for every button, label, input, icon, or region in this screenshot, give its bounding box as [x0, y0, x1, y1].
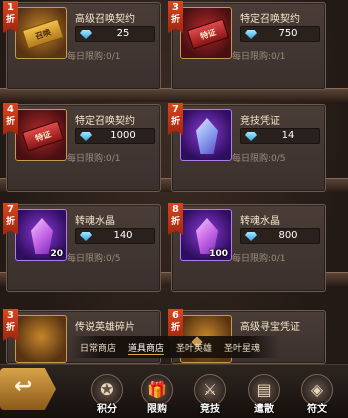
- item-title: 转魂水晶: [75, 216, 115, 227]
- ticket-graphic: 特证: [186, 18, 230, 50]
- back-arrow-icon: ↩: [14, 374, 33, 399]
- crystal-graphic: [196, 118, 218, 154]
- nav-label: 竞技: [200, 404, 220, 415]
- tab-daily-shop[interactable]: 日常商店: [80, 341, 116, 354]
- discount-badge: 7折: [168, 103, 183, 135]
- ticket-graphic: 召唤: [21, 18, 65, 50]
- shop-item-card[interactable]: 20 7折 转魂水晶 140 每日限购:0/5: [3, 203, 161, 292]
- discount-badge: 1折: [3, 1, 18, 33]
- buy-price-button[interactable]: 140: [75, 228, 155, 244]
- price-value: 14: [281, 130, 295, 141]
- tab-holy-leaf-souls[interactable]: 圣叶星魂: [224, 341, 260, 354]
- discount-badge: 4折: [3, 103, 18, 135]
- tab-holy-leaf-heroes[interactable]: 圣叶英雄: [176, 341, 212, 354]
- daily-limit: 每日限购:0/5: [232, 154, 286, 164]
- diamond-icon: [80, 232, 92, 241]
- nav-label: 积分: [97, 404, 117, 415]
- discount-badge: 7折: [3, 203, 18, 235]
- nav-arena[interactable]: ⚔ 竞技: [189, 374, 231, 416]
- diamond-icon: [80, 132, 92, 141]
- nav-runes[interactable]: ◈ 符文: [296, 374, 338, 416]
- item-quantity: 20: [50, 249, 63, 259]
- buy-price-button[interactable]: 750: [240, 26, 320, 42]
- price-value: 750: [278, 28, 298, 39]
- shop-item-card[interactable]: 特证 3折 特定召唤契约 750 每日限购:0/1: [168, 1, 326, 90]
- shop-item-card[interactable]: 7折 竞技凭证 14 每日限购:0/5: [168, 103, 326, 192]
- item-title: 竞技凭证: [240, 116, 280, 127]
- gold-summon-ticket-icon: 召唤: [15, 7, 67, 59]
- buy-price-button[interactable]: 800: [240, 228, 320, 244]
- nav-label: 符文: [307, 404, 327, 415]
- discount-badge: 8折: [168, 203, 183, 235]
- price-value: 1000: [110, 130, 136, 141]
- daily-limit: 每日限购:0/1: [67, 52, 121, 62]
- buy-price-button[interactable]: 1000: [75, 128, 155, 144]
- red-summon-ticket-icon: 特证: [15, 109, 67, 161]
- price-value: 800: [278, 230, 298, 241]
- nav-label: 限购: [147, 404, 167, 415]
- daily-limit: 每日限购:0/1: [67, 154, 121, 164]
- item-title: 传说英雄碎片: [75, 322, 135, 333]
- diamond-icon: [245, 132, 257, 141]
- daily-limit: 每日限购:0/1: [232, 52, 286, 62]
- shop-item-card[interactable]: 100 8折 转魂水晶 800 每日限购:0/1: [168, 203, 326, 292]
- nav-dismiss[interactable]: ▤ 遣散: [243, 374, 285, 416]
- buy-price-button[interactable]: 14: [240, 128, 320, 144]
- item-title: 特定召唤契约: [75, 116, 135, 127]
- item-title: 高级寻宝凭证: [240, 322, 300, 333]
- item-title: 特定召唤契约: [240, 14, 300, 25]
- price-value: 25: [116, 28, 130, 39]
- red-summon-ticket-icon: 特证: [180, 7, 232, 59]
- nav-points[interactable]: ✪ 积分: [86, 374, 128, 416]
- shop-tab-bar: 日常商店 道具商店 圣叶英雄 圣叶星魂: [70, 336, 280, 358]
- arena-crystal-icon: [180, 109, 232, 161]
- daily-limit: 每日限购:0/1: [232, 254, 286, 264]
- back-button[interactable]: ↩: [0, 368, 56, 410]
- ticket-graphic: 特证: [21, 120, 65, 152]
- item-quantity: 100: [209, 249, 228, 259]
- item-title: 高级召唤契约: [75, 14, 135, 25]
- soul-crystal-icon: 100: [180, 209, 232, 261]
- shop-item-card[interactable]: 召唤 1折 高级召唤契约 25 每日限购:0/1: [3, 1, 161, 90]
- discount-badge: 3折: [3, 309, 18, 341]
- diamond-icon: [80, 30, 92, 39]
- hero-shard-icon: [15, 315, 67, 363]
- discount-badge: 3折: [168, 1, 183, 33]
- nav-label: 遣散: [254, 404, 274, 415]
- soul-crystal-icon: 20: [15, 209, 67, 261]
- diamond-icon: [245, 232, 257, 241]
- nav-limited[interactable]: 🎁 限购: [136, 374, 178, 416]
- diamond-icon: [245, 30, 257, 39]
- buy-price-button[interactable]: 25: [75, 26, 155, 42]
- shop-item-card[interactable]: 特证 4折 特定召唤契约 1000 每日限购:0/1: [3, 103, 161, 192]
- daily-limit: 每日限购:0/5: [67, 254, 121, 264]
- item-title: 转魂水晶: [240, 216, 280, 227]
- shelf-row-1: [0, 88, 348, 102]
- tab-item-shop[interactable]: 道具商店: [128, 341, 165, 355]
- price-value: 140: [113, 230, 133, 241]
